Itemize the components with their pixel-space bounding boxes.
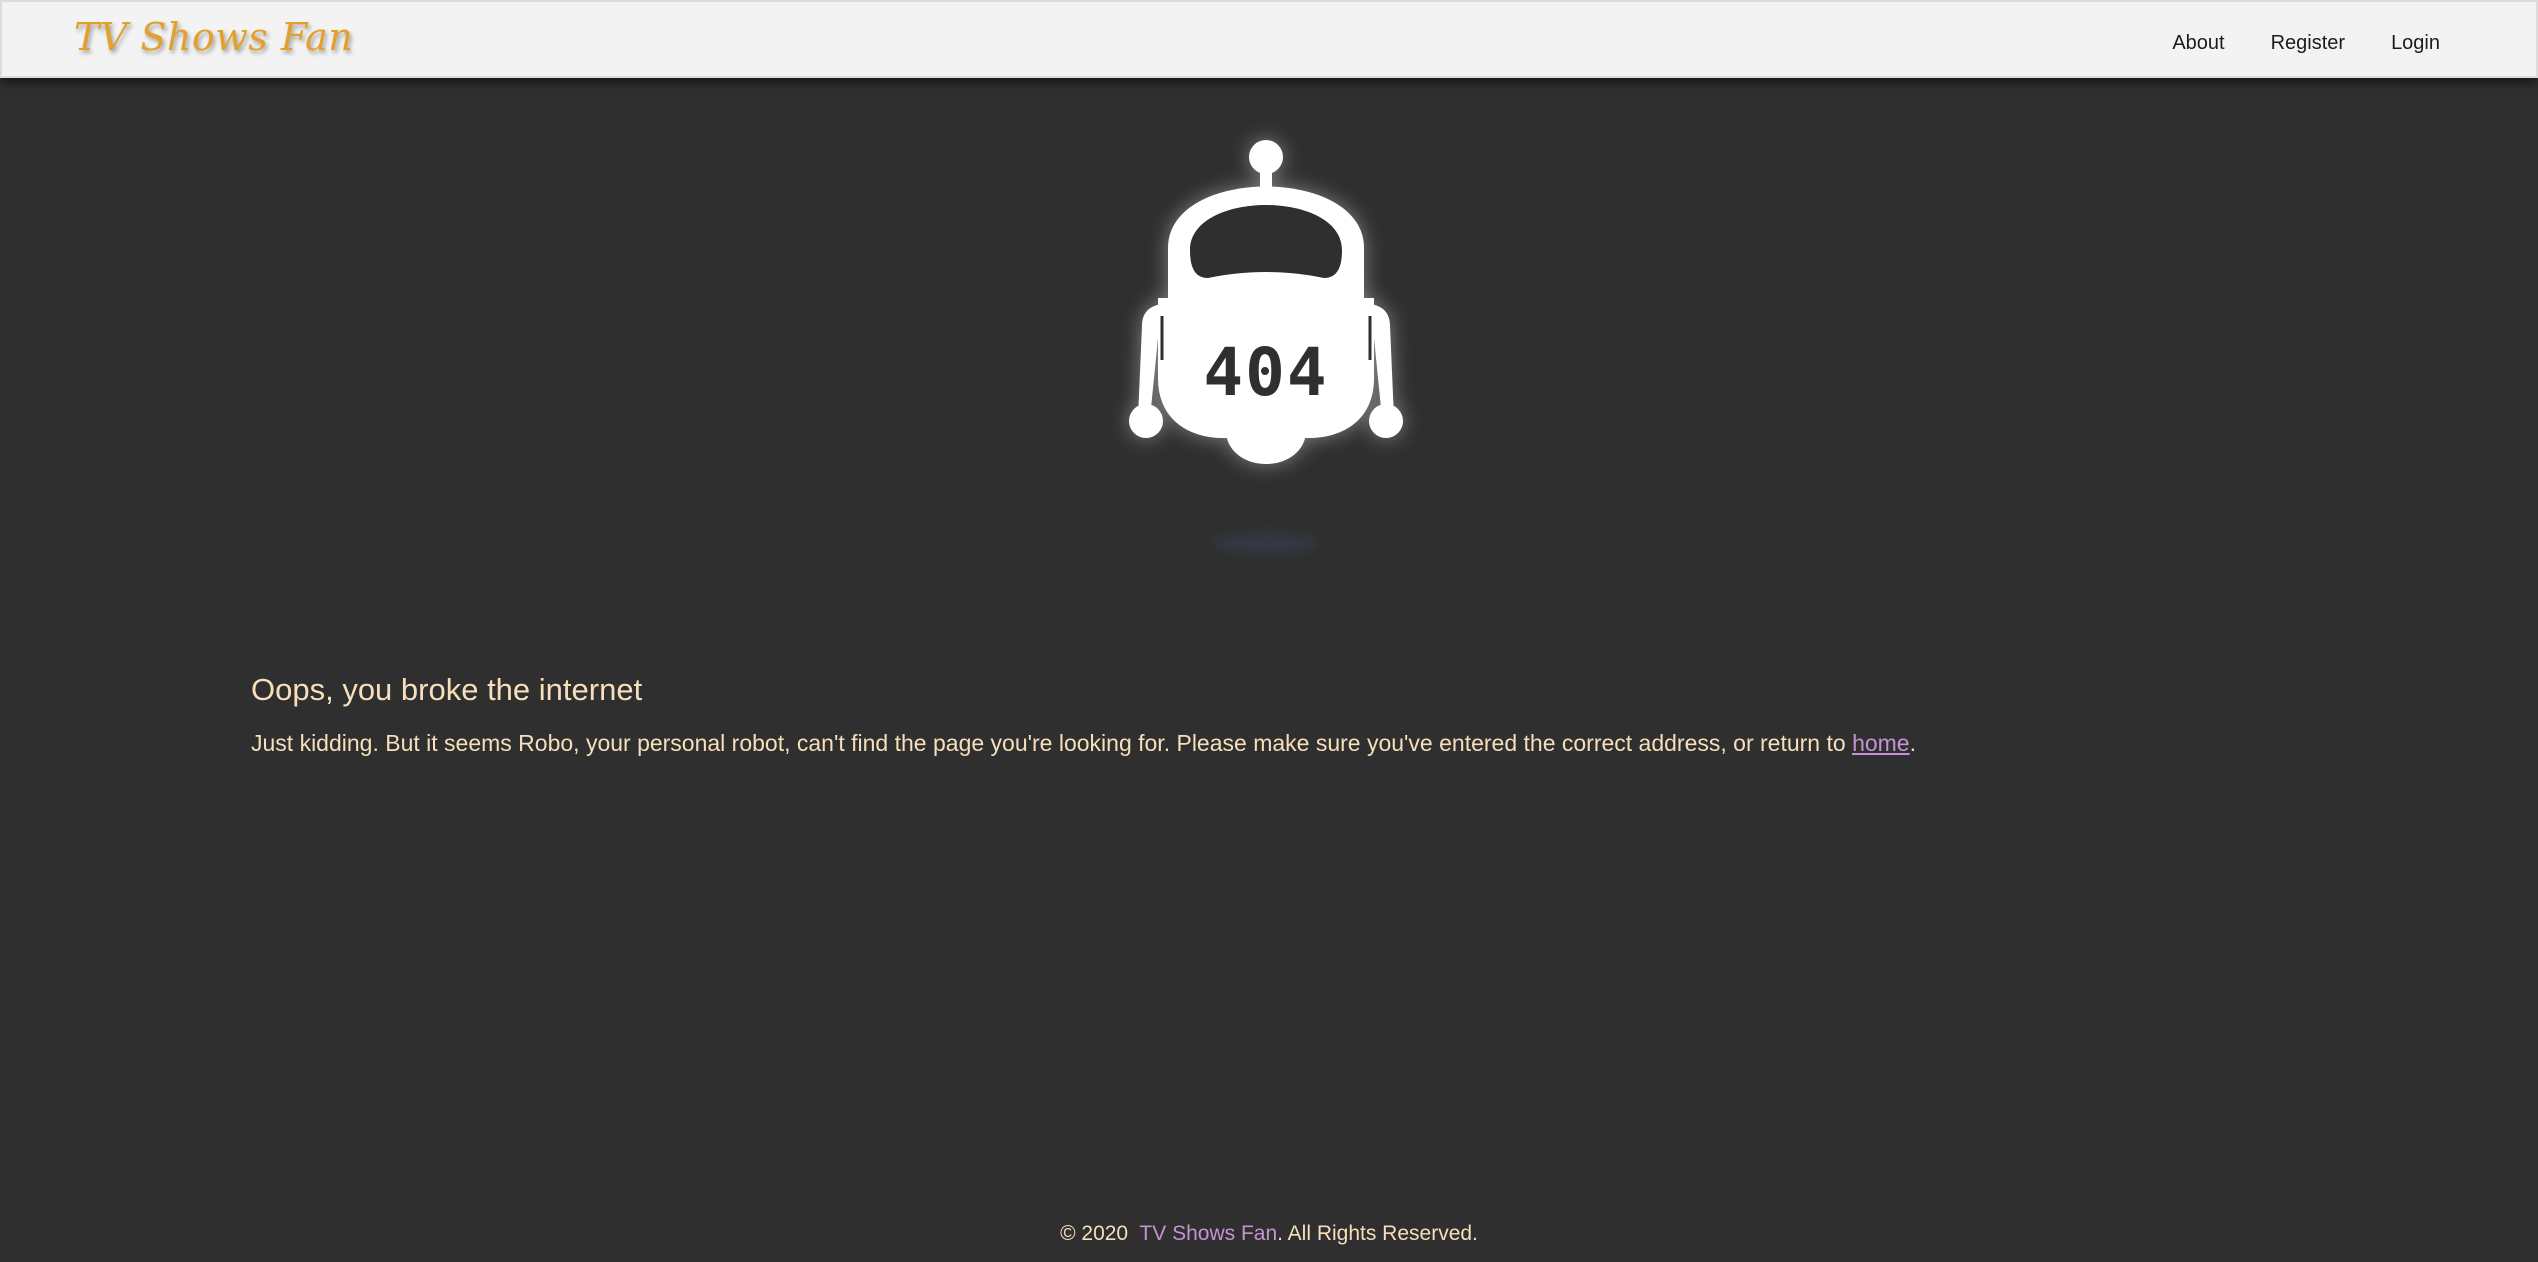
robot-illustration: 404 xyxy=(1124,138,1408,478)
footer-brand-link[interactable]: TV Shows Fan xyxy=(1139,1222,1277,1245)
nav-link-login[interactable]: Login xyxy=(2391,32,2440,55)
robot-icon xyxy=(1129,140,1403,464)
error-code: 404 xyxy=(1203,334,1329,411)
nav-link-about[interactable]: About xyxy=(2172,32,2224,55)
footer: © 2020 TV Shows Fan. All Rights Reserved… xyxy=(0,1222,2538,1246)
nav-link-register[interactable]: Register xyxy=(2271,32,2345,55)
brand-logo[interactable]: TV Shows Fan xyxy=(74,15,353,59)
error-message-end: . xyxy=(1909,730,1916,756)
navbar: TV Shows Fan About Register Login xyxy=(0,0,2538,78)
error-message: Just kidding. But it seems Robo, your pe… xyxy=(251,730,1916,757)
home-link[interactable]: home xyxy=(1852,730,1910,756)
nav-links: About Register Login xyxy=(2172,32,2440,55)
error-message-text: Just kidding. But it seems Robo, your pe… xyxy=(251,730,1853,756)
footer-copyright: © 2020 xyxy=(1060,1222,1129,1245)
robot-shadow xyxy=(1212,534,1320,552)
footer-rights: . All Rights Reserved. xyxy=(1277,1222,1478,1245)
error-title: Oops, you broke the internet xyxy=(251,672,643,707)
